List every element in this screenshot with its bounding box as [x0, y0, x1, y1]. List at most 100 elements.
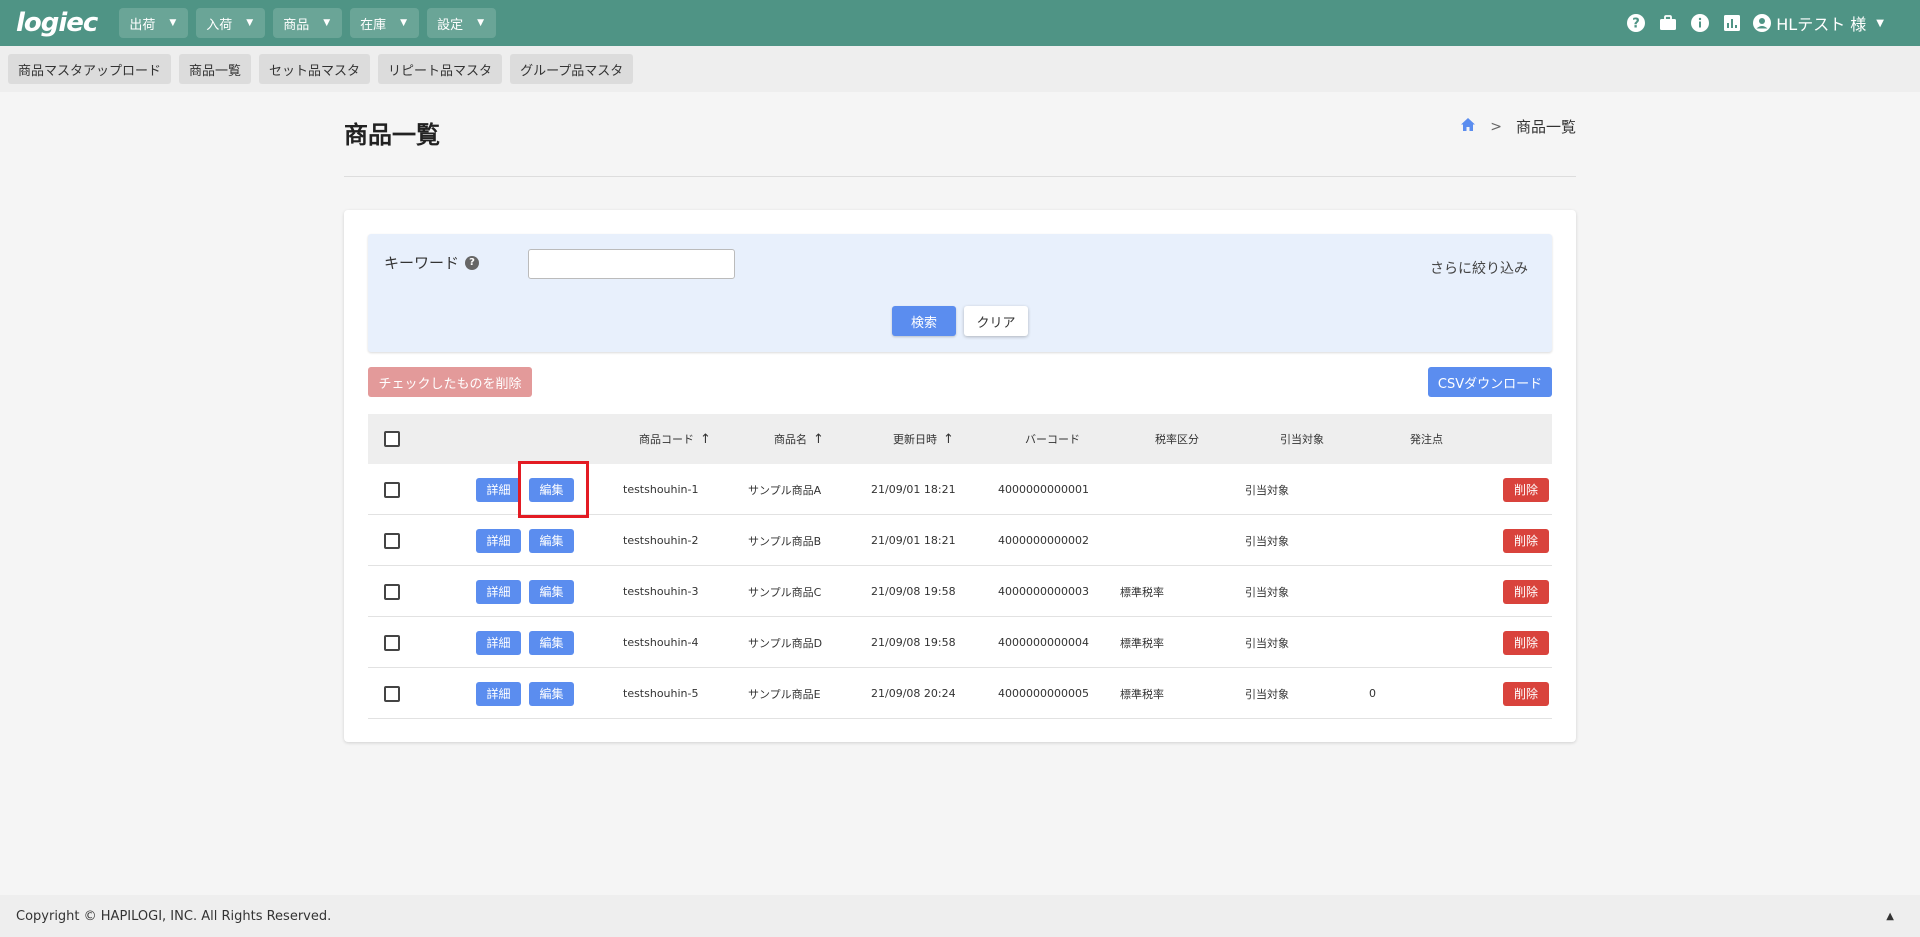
nav-products[interactable]: 商品 ▼: [273, 8, 343, 38]
nav-receiving[interactable]: 入荷 ▼: [196, 8, 266, 38]
home-icon[interactable]: [1460, 117, 1476, 136]
keyword-label-text: キーワード: [384, 254, 460, 272]
top-bar: logiec 出荷 ▼ 入荷 ▼ 商品 ▼ 在庫 ▼ 設定 ▼ ? HLテスト 様 ▼: [0, 0, 1920, 46]
highlight-box: [518, 461, 589, 518]
nav-inventory[interactable]: 在庫 ▼: [350, 8, 420, 38]
csv-download-button[interactable]: CSVダウンロード: [1428, 367, 1552, 397]
nav-label: 設定: [437, 17, 464, 33]
cell-barcode: 4000000000002: [998, 534, 1089, 547]
chevron-down-icon: ▼: [477, 18, 485, 28]
nav-label: 出荷: [129, 17, 156, 33]
row-checkbox[interactable]: [384, 634, 400, 651]
detail-button[interactable]: 詳細: [476, 630, 521, 655]
nav-label: 入荷: [206, 17, 233, 33]
header-tools: ? HLテスト 様 ▼: [1614, 0, 1884, 46]
cell-barcode: 4000000000004: [998, 636, 1089, 649]
account-icon: [1752, 13, 1772, 33]
table-row: 詳細 編集 testshouhin-5 サンプル商品E 21/09/08 20:24 40…: [368, 668, 1552, 719]
row-checkbox[interactable]: [384, 481, 400, 498]
row-checkbox[interactable]: [384, 583, 400, 600]
help-icon[interactable]: ?: [465, 255, 480, 270]
edit-button[interactable]: 編集: [529, 681, 574, 706]
clear-button[interactable]: クリア: [964, 306, 1028, 336]
edit-button[interactable]: 編集: [529, 528, 574, 553]
detail-button[interactable]: 詳細: [476, 477, 521, 502]
breadcrumb-current: 商品一覧: [1515, 118, 1576, 136]
header-allocation: 引当対象: [1280, 433, 1324, 446]
sort-up-icon: ↑: [813, 431, 824, 447]
detail-button[interactable]: 詳細: [476, 528, 521, 553]
header-name[interactable]: 商品名 ↑: [774, 414, 824, 464]
page-title: 商品一覧: [344, 121, 440, 149]
chevron-down-icon: ▼: [246, 18, 254, 28]
select-all-checkbox[interactable]: [384, 431, 400, 447]
header-code[interactable]: 商品コード ↑: [639, 414, 711, 464]
table-row: 詳細 編集 testshouhin-4 サンプル商品D 21/09/08 19:58 40…: [368, 617, 1552, 668]
table-row: 詳細 編集 testshouhin-3 サンプル商品C 21/09/08 19:58 40…: [368, 566, 1552, 617]
edit-button[interactable]: 編集: [529, 630, 574, 655]
logo[interactable]: logiec: [16, 8, 98, 38]
subnav-product-list[interactable]: 商品一覧: [179, 54, 252, 84]
chevron-down-icon: ▼: [1876, 17, 1884, 29]
subnav-product-upload[interactable]: 商品マスタアップロード: [8, 54, 172, 84]
delete-button[interactable]: 削除: [1503, 681, 1549, 706]
header-reorder: 発注点: [1410, 433, 1443, 446]
header-name-label: 商品名: [774, 433, 807, 446]
table-row: 詳細 編集 testshouhin-2 サンプル商品B 21/09/01 18:21 40…: [368, 515, 1552, 566]
copyright: Copyright © HAPILOGI, INC. All Rights Re…: [16, 908, 332, 924]
subnav-group-master[interactable]: グループ品マスタ: [510, 54, 634, 84]
search-button[interactable]: 検索: [892, 306, 956, 336]
sub-nav: 商品マスタアップロード 商品一覧 セット品マスタ リピート品マスタ グループ品マ…: [0, 46, 1920, 92]
briefcase-icon[interactable]: [1658, 13, 1678, 33]
chevron-down-icon: ▼: [169, 18, 177, 28]
row-checkbox[interactable]: [384, 532, 400, 549]
cell-updated: 21/09/01 18:21: [871, 534, 956, 547]
cell-code: testshouhin-2: [623, 534, 699, 547]
cell-updated: 21/09/08 20:24: [871, 687, 956, 700]
cell-code: testshouhin-5: [623, 687, 699, 700]
row-select-cell: [384, 617, 400, 668]
detail-button[interactable]: 詳細: [476, 579, 521, 604]
subnav-set-master[interactable]: セット品マスタ: [259, 54, 371, 84]
row-select-cell: [384, 515, 400, 566]
cell-code: testshouhin-3: [623, 585, 699, 598]
cell-barcode: 4000000000005: [998, 687, 1089, 700]
cell-barcode: 4000000000003: [998, 585, 1089, 598]
row-select-cell: [384, 566, 400, 617]
help-icon[interactable]: ?: [1626, 13, 1646, 33]
delete-checked-button[interactable]: チェックしたものを削除: [368, 367, 532, 397]
search-panel: キーワード ? さらに絞り込み 検索 クリア: [368, 234, 1552, 352]
product-table: 商品コード ↑ 商品名 ↑ 更新日時 ↑ バーコード 税率区分 引当対象 発注点 詳細…: [368, 414, 1552, 719]
scroll-top-icon[interactable]: ▲: [1886, 911, 1894, 922]
cell-updated: 21/09/01 18:21: [871, 483, 956, 496]
nav-shipping[interactable]: 出荷 ▼: [119, 8, 189, 38]
cell-reorder: 0: [1369, 687, 1376, 700]
select-all-cell: [384, 414, 400, 464]
user-menu[interactable]: HLテスト 様 ▼: [1752, 11, 1884, 35]
delete-button[interactable]: 削除: [1503, 630, 1549, 655]
cell-name: サンプル商品D: [748, 636, 823, 650]
nav-label: 在庫: [360, 17, 387, 33]
header-updated[interactable]: 更新日時 ↑: [893, 414, 954, 464]
subnav-repeat-master[interactable]: リピート品マスタ: [378, 54, 503, 84]
cell-code: testshouhin-1: [623, 483, 699, 496]
more-filters-link[interactable]: さらに絞り込み: [1430, 258, 1528, 278]
nav-settings[interactable]: 設定 ▼: [427, 8, 497, 38]
cell-allocation: 引当対象: [1245, 687, 1289, 701]
row-select-cell: [384, 668, 400, 719]
delete-button[interactable]: 削除: [1503, 528, 1549, 553]
user-name: HLテスト 様: [1776, 15, 1867, 34]
cell-allocation: 引当対象: [1245, 585, 1289, 599]
edit-button[interactable]: 編集: [529, 579, 574, 604]
delete-button[interactable]: 削除: [1503, 477, 1549, 502]
row-checkbox[interactable]: [384, 685, 400, 702]
cell-tax: 標準税率: [1120, 585, 1164, 599]
cell-allocation: 引当対象: [1245, 534, 1289, 548]
info-icon[interactable]: [1690, 13, 1710, 33]
cell-name: サンプル商品E: [748, 687, 821, 701]
detail-button[interactable]: 詳細: [476, 681, 521, 706]
breadcrumb: > 商品一覧: [1460, 116, 1576, 137]
chart-icon[interactable]: [1722, 13, 1742, 33]
keyword-input[interactable]: [528, 249, 735, 279]
delete-button[interactable]: 削除: [1503, 579, 1549, 604]
